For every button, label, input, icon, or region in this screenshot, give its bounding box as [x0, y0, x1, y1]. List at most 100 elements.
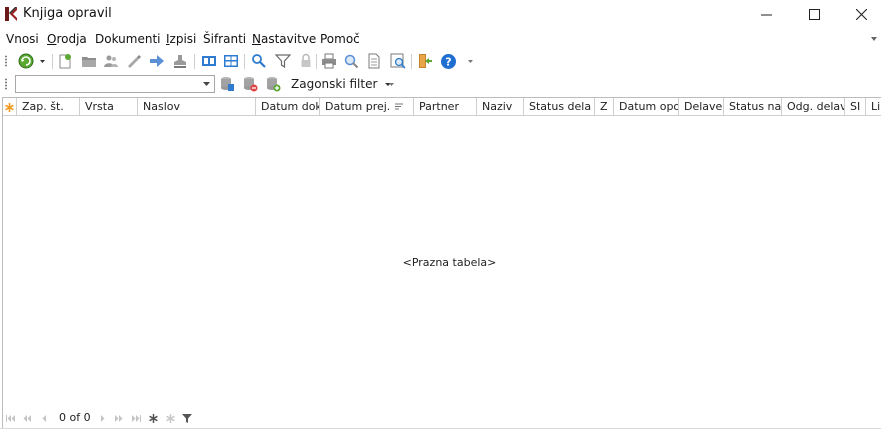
nav-filter-button[interactable] [182, 413, 192, 423]
column-header-vrsta[interactable]: Vrsta [80, 98, 138, 116]
menu-dokumenti[interactable]: Dokumenti [95, 32, 160, 46]
data-grid[interactable]: Zap. št. Vrsta Naslov Datum dok Datum pr… [2, 97, 881, 429]
main-toolbar: ? [0, 50, 881, 73]
next-page-icon [115, 414, 123, 422]
toolbar-overflow-icon[interactable] [468, 59, 473, 64]
app-logo-icon [5, 7, 17, 21]
menu-orodja[interactable]: Orodja [47, 32, 87, 46]
toolbar-overflow-icon[interactable] [389, 82, 394, 87]
title-bar: Knjiga opravil [0, 0, 881, 29]
column-header-status-dela[interactable]: Status dela [524, 98, 595, 116]
nav-next-page-button[interactable] [114, 413, 124, 423]
nav-prev-page-button[interactable] [22, 413, 32, 423]
boot-filter-label: Zagonski filter [291, 77, 378, 91]
menu-nastavitve[interactable]: Nastavitve [252, 32, 316, 46]
database-add-icon [267, 77, 281, 92]
print-preview-button[interactable] [342, 52, 360, 70]
filter-combo[interactable] [15, 75, 215, 93]
grid-view-button[interactable] [222, 52, 240, 70]
chevron-down-icon[interactable] [203, 82, 210, 87]
exit-button[interactable] [416, 52, 434, 70]
column-header-zap-st[interactable]: Zap. št. [17, 98, 80, 116]
close-icon [855, 9, 867, 20]
maximize-icon [808, 9, 820, 20]
column-header-datum-opo[interactable]: Datum opo [614, 98, 679, 116]
new-document-button[interactable] [56, 52, 74, 70]
last-record-icon [131, 414, 141, 422]
nav-first-button[interactable] [5, 413, 15, 423]
boot-filter-dropdown[interactable]: Zagonski filter [291, 77, 392, 91]
column-header-odg-delav[interactable]: Odg. delav [782, 98, 845, 116]
open-folder-button[interactable] [80, 52, 98, 70]
column-header-delave[interactable]: Delave [679, 98, 724, 116]
report-search-icon [390, 53, 406, 69]
report-search-button[interactable] [389, 52, 407, 70]
grid-view-icon [224, 55, 238, 67]
toolbar-separator [316, 54, 317, 69]
nav-next-button[interactable] [97, 413, 107, 423]
toolbar-grip[interactable] [5, 55, 7, 67]
menu-pomoc[interactable]: Pomoč [320, 32, 360, 46]
empty-table-message: <Prazna tabela> [402, 256, 497, 269]
add-filter-button[interactable] [264, 75, 282, 93]
column-header-datum-dok[interactable]: Datum dok [256, 98, 320, 116]
lock-button[interactable] [297, 52, 315, 70]
search-button[interactable] [250, 52, 268, 70]
users-button[interactable] [102, 52, 120, 70]
filter-toolbar: Zagonski filter [0, 73, 881, 96]
nav-cancel-button[interactable] [165, 413, 175, 423]
form-view-icon [202, 56, 216, 66]
toolbar-grip[interactable] [5, 78, 7, 90]
toolbar-separator [194, 54, 195, 69]
nav-last-button[interactable] [131, 413, 141, 423]
delete-filter-button[interactable] [241, 75, 259, 93]
lock-icon [301, 53, 311, 67]
sort-descending-icon [395, 103, 403, 110]
menu-vnosi[interactable]: Vnosi [6, 32, 39, 46]
column-header-naslov[interactable]: Naslov [138, 98, 256, 116]
edit-button[interactable] [125, 52, 143, 70]
next-record-icon [100, 414, 104, 422]
asterisk-icon [5, 102, 14, 112]
stamp-icon [174, 55, 186, 68]
filter-funnel-icon [182, 413, 192, 423]
save-filter-button[interactable] [218, 75, 236, 93]
database-save-icon [221, 77, 234, 91]
menu-izpisi[interactable]: Izpisi [166, 32, 196, 46]
previous-page-icon [23, 414, 31, 422]
refresh-button[interactable] [17, 52, 35, 70]
nav-prev-button[interactable] [39, 413, 49, 423]
form-view-button[interactable] [200, 52, 218, 70]
minimize-icon [760, 14, 772, 16]
column-chooser-button[interactable] [3, 98, 17, 116]
forward-button[interactable] [148, 52, 166, 70]
filter-button[interactable] [274, 52, 292, 70]
column-header-naziv[interactable]: Naziv [477, 98, 524, 116]
stamp-button[interactable] [171, 52, 189, 70]
filter-funnel-icon [275, 54, 291, 69]
minimize-button[interactable] [743, 0, 789, 29]
menu-sifranti[interactable]: Šifranti [203, 32, 246, 46]
cancel-edit-icon [165, 413, 175, 423]
refresh-dropdown-icon[interactable] [40, 59, 45, 64]
column-header-z[interactable]: Z [595, 98, 614, 116]
search-icon [252, 54, 266, 68]
refresh-globe-icon [18, 53, 34, 69]
folder-icon [82, 57, 96, 67]
nav-append-button[interactable] [148, 413, 158, 423]
column-header-status-na[interactable]: Status na [724, 98, 782, 116]
column-header-lin[interactable]: Lin [866, 98, 881, 116]
print-button[interactable] [320, 52, 338, 70]
svg-text:?: ? [445, 55, 451, 68]
maximize-button[interactable] [791, 0, 837, 29]
column-header-partner[interactable]: Partner [414, 98, 477, 116]
menu-overflow-icon[interactable] [870, 35, 878, 43]
document-button[interactable] [365, 52, 383, 70]
help-button[interactable]: ? [439, 52, 457, 70]
append-record-icon [148, 413, 158, 423]
users-icon [104, 55, 118, 67]
close-button[interactable] [838, 0, 881, 29]
column-header-datum-prej[interactable]: Datum prej. [320, 98, 414, 116]
column-header-si[interactable]: SI [845, 98, 866, 116]
grid-header: Zap. št. Vrsta Naslov Datum dok Datum pr… [3, 98, 881, 116]
